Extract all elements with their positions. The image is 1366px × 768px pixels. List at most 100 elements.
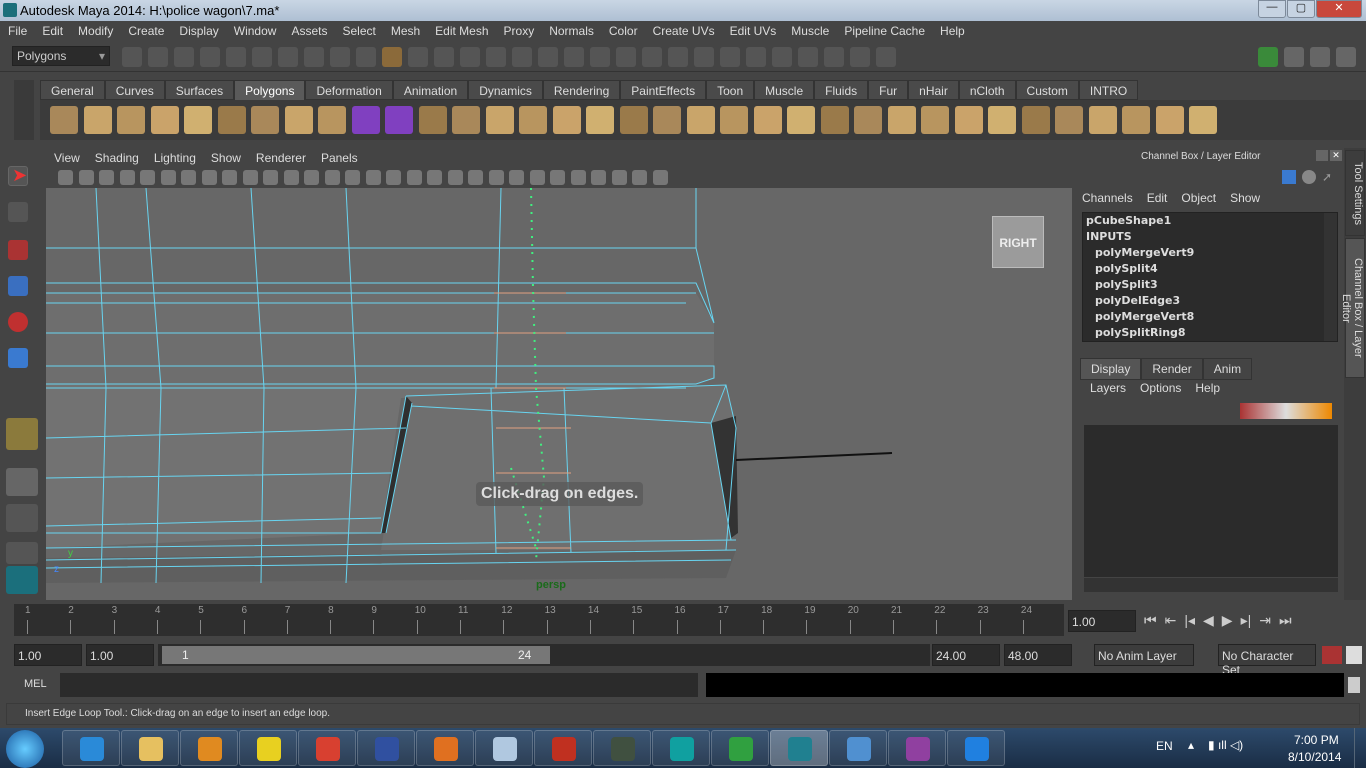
- panel-toolbar-27-icon[interactable]: [591, 170, 606, 185]
- go-to-end-button[interactable]: ⏭: [1279, 612, 1292, 629]
- single-perspective-layout-icon[interactable]: [6, 468, 38, 496]
- poly-combine-icon[interactable]: [351, 106, 380, 134]
- float-panel-button[interactable]: [1316, 150, 1328, 161]
- panel-toolbar-1-icon[interactable]: [58, 170, 73, 185]
- panel-toolbar-14-icon[interactable]: [324, 170, 340, 185]
- tool-settings-tab[interactable]: Tool Settings: [1345, 150, 1365, 236]
- poly-duplicate-face-icon[interactable]: [887, 106, 916, 134]
- poly-wedge-icon[interactable]: [753, 106, 782, 134]
- panel-menu-lighting[interactable]: Lighting: [146, 148, 203, 168]
- perspective-viewport[interactable]: RIGHT Click-drag on edges. persp y z: [46, 188, 1072, 600]
- panel-menu-panels[interactable]: Panels: [313, 148, 365, 168]
- poly-sculpt-icon[interactable]: [954, 106, 983, 134]
- go-to-start-button[interactable]: ⏮: [1144, 612, 1157, 629]
- language-indicator[interactable]: EN: [1156, 739, 1173, 753]
- shelf-tab-intro[interactable]: INTRO: [1078, 80, 1139, 100]
- shelf-tab-painteffects[interactable]: PaintEffects: [620, 80, 707, 100]
- status-tool-12-icon[interactable]: [408, 47, 428, 67]
- step-forward-frame-button[interactable]: ▸|: [1241, 612, 1252, 629]
- poly-make-hole-icon[interactable]: [619, 106, 648, 134]
- status-tool-21-icon[interactable]: [642, 47, 662, 67]
- menu-edit-uvs[interactable]: Edit UVs: [722, 21, 784, 42]
- poly-pyramid-icon[interactable]: [251, 106, 279, 134]
- menu-edit-mesh[interactable]: Edit Mesh: [427, 21, 495, 42]
- step-back-key-button[interactable]: ⇤: [1165, 612, 1177, 629]
- channel-box-item[interactable]: polyMergeVert8: [1083, 309, 1337, 325]
- layer-tab-display[interactable]: Display: [1080, 358, 1142, 380]
- taskbar-pattis[interactable]: [239, 730, 297, 766]
- poly-mirror-icon[interactable]: [519, 106, 547, 134]
- step-back-frame-button[interactable]: |◂: [1184, 612, 1195, 629]
- rotate-tool-icon[interactable]: [8, 312, 28, 332]
- play-forwards-button[interactable]: ▶: [1222, 612, 1233, 629]
- poly-uv-auto-icon[interactable]: [1088, 106, 1117, 134]
- taskbar-paint[interactable]: [475, 730, 533, 766]
- panel-layout-1-icon[interactable]: [1258, 47, 1278, 67]
- script-editor-button[interactable]: [1348, 677, 1360, 693]
- shelf-tab-curves[interactable]: Curves: [104, 80, 165, 100]
- shelf-tab-animation[interactable]: Animation: [392, 80, 469, 100]
- status-tool-30-icon[interactable]: [876, 47, 896, 67]
- minimize-button[interactable]: —: [1258, 0, 1286, 18]
- menu-edit[interactable]: Edit: [34, 21, 70, 42]
- taskbar-eset[interactable]: [652, 730, 710, 766]
- shelf-tab-muscle[interactable]: Muscle: [754, 80, 815, 100]
- menu-modify[interactable]: Modify: [70, 21, 120, 42]
- tray-icons[interactable]: ▮ ıll ◁): [1208, 738, 1243, 752]
- status-tool-7-icon[interactable]: [278, 47, 298, 67]
- layer-menu-help[interactable]: Help: [1195, 381, 1220, 395]
- poly-pipe-icon[interactable]: [284, 106, 313, 134]
- select-tool-icon[interactable]: ➤: [8, 165, 28, 186]
- command-language-label[interactable]: MEL: [24, 678, 47, 690]
- channel-box-item[interactable]: polySplit4: [1083, 261, 1337, 277]
- channel-box-list[interactable]: pCubeShape1 INPUTS polyMergeVert9 polySplit…: [1082, 212, 1338, 342]
- clock-time[interactable]: 7:00 PM: [1294, 733, 1339, 747]
- menu-select[interactable]: Select: [334, 21, 382, 42]
- playback-end-field[interactable]: 24.00: [932, 644, 1000, 666]
- channel-box-item[interactable]: polyMergeVert9: [1083, 245, 1337, 261]
- view-cube[interactable]: RIGHT: [992, 216, 1044, 268]
- panel-toolbar-11-icon[interactable]: [263, 170, 278, 185]
- time-slider[interactable]: 1 2 3 4 5 6 7 8 9 10 11 12 13 14 15 16 17 18 19 20 21 22 23 24: [14, 604, 1064, 636]
- panel-menu-renderer[interactable]: Renderer: [248, 148, 313, 168]
- panel-toolbar-5-icon[interactable]: [140, 170, 155, 185]
- panel-toolbar-13-icon[interactable]: [304, 170, 319, 185]
- poly-sphere-icon[interactable]: [50, 106, 78, 134]
- status-tool-22-icon[interactable]: [668, 47, 688, 67]
- poly-extrude-icon[interactable]: [787, 106, 815, 134]
- panel-menu-view[interactable]: View: [46, 148, 87, 168]
- menu-create-uvs[interactable]: Create UVs: [645, 21, 722, 42]
- layer-tab-render[interactable]: Render: [1141, 358, 1203, 380]
- menu-color[interactable]: Color: [601, 21, 645, 42]
- shelf-tab-toon[interactable]: Toon: [706, 80, 755, 100]
- status-tool-14-icon[interactable]: [460, 47, 480, 67]
- menu-assets[interactable]: Assets: [283, 21, 334, 42]
- panel-menu-show[interactable]: Show: [203, 148, 248, 168]
- status-tool-28-icon[interactable]: [824, 47, 844, 67]
- taskbar-yahoo-messenger[interactable]: [888, 730, 946, 766]
- poly-poke-icon[interactable]: [820, 106, 849, 134]
- panel-toolbar-6-icon[interactable]: [160, 170, 176, 185]
- status-tool-11-icon[interactable]: [382, 47, 402, 67]
- channel-box-menu-object[interactable]: Object: [1181, 191, 1216, 205]
- start-button[interactable]: [6, 730, 44, 768]
- taskbar-download-manager[interactable]: [711, 730, 769, 766]
- menu-help[interactable]: Help: [932, 21, 972, 42]
- status-tool-1-icon[interactable]: [122, 47, 142, 67]
- channel-box-tab[interactable]: Channel Box / Layer Editor: [1340, 238, 1365, 378]
- channel-box-item[interactable]: polyDelEdge3: [1083, 293, 1337, 309]
- status-tool-2-icon[interactable]: [148, 47, 168, 67]
- status-tool-8-icon[interactable]: [304, 47, 324, 67]
- panel-toolbar-29-icon[interactable]: [632, 170, 647, 185]
- poly-uv-cylindrical-icon[interactable]: [1021, 106, 1050, 134]
- menu-proxy[interactable]: Proxy: [496, 21, 542, 42]
- poly-bevel-icon[interactable]: [854, 106, 882, 134]
- shelf-tab-rendering[interactable]: Rendering: [542, 80, 621, 100]
- playback-start-field[interactable]: 1.00: [86, 644, 154, 666]
- panel-toolbar-19-icon[interactable]: [427, 170, 442, 185]
- shelf-menu-handle[interactable]: [14, 80, 34, 140]
- range-slider-track[interactable]: 1 24: [158, 644, 930, 666]
- poly-torus-icon[interactable]: [217, 106, 246, 134]
- taskbar-chrome[interactable]: [298, 730, 356, 766]
- panel-menu-shading[interactable]: Shading: [87, 148, 146, 168]
